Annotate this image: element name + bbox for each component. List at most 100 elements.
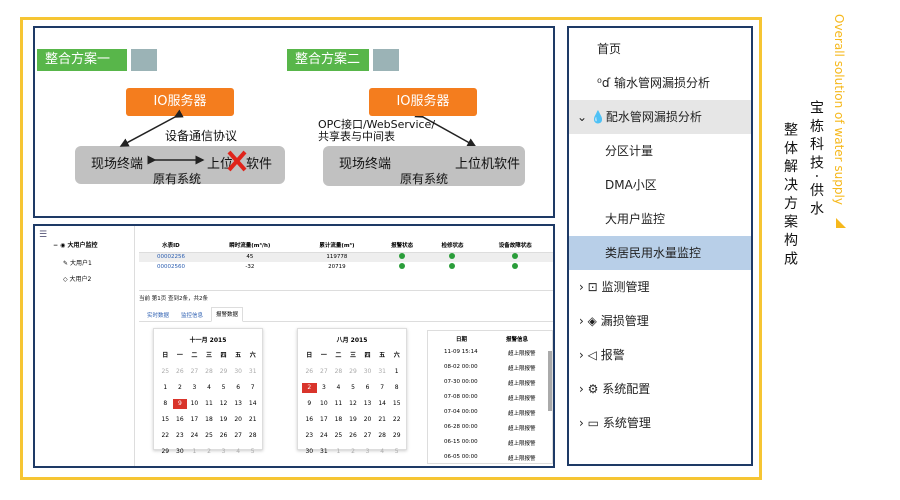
calendar-day[interactable]: 4 (331, 383, 346, 393)
calendar-day[interactable]: 11 (202, 399, 217, 409)
calendar-day[interactable]: 3 (360, 447, 375, 457)
calendar-day[interactable]: 27 (317, 367, 332, 377)
menu-zone-metering[interactable]: 分区计量 (569, 134, 751, 168)
table-row[interactable]: 00002256 45 119778 (139, 252, 553, 262)
calendar-day[interactable]: 25 (202, 431, 217, 441)
calendar-day[interactable]: 26 (216, 431, 231, 441)
calendar-day[interactable]: 16 (302, 415, 317, 425)
calendar-day[interactable]: 13 (231, 399, 246, 409)
calendar-day[interactable]: 28 (375, 431, 390, 441)
calendar-day[interactable]: 12 (346, 399, 361, 409)
calendar-day[interactable]: 2 (173, 383, 188, 393)
calendar-day[interactable]: 4 (375, 447, 390, 457)
meter-id[interactable]: 00002256 (139, 252, 203, 262)
menu-config[interactable]: › ⚙ 系统配置 (569, 372, 751, 406)
calendar-day[interactable]: 15 (158, 415, 173, 425)
list-icon[interactable]: ☰ (39, 230, 47, 240)
calendar-day[interactable]: 3 (317, 383, 332, 393)
calendar-day[interactable]: 20 (360, 415, 375, 425)
calendar-day[interactable]: 25 (158, 367, 173, 377)
menu-system[interactable]: › ▭ 系统管理 (569, 406, 751, 440)
calendar-day[interactable]: 8 (389, 383, 404, 393)
calendar-day[interactable]: 18 (202, 415, 217, 425)
calendar-day[interactable]: 29 (158, 447, 173, 457)
calendar-day[interactable]: 6 (360, 383, 375, 393)
calendar-day[interactable]: 28 (331, 367, 346, 377)
meter-id[interactable]: 00002560 (139, 262, 203, 272)
calendar-day[interactable]: 17 (187, 415, 202, 425)
tab-realtime[interactable]: 实时数据 (147, 311, 169, 319)
calendar-day[interactable]: 29 (389, 431, 404, 441)
calendar-day[interactable]: 7 (375, 383, 390, 393)
calendar-day[interactable]: 20 (231, 415, 246, 425)
calendar-day[interactable]: 24 (187, 431, 202, 441)
calendar-day[interactable]: 5 (216, 383, 231, 393)
menu-distribution-leak[interactable]: ⌄ 💧配水管网漏损分析 (569, 100, 751, 134)
calendar-day[interactable]: 31 (375, 367, 390, 377)
calendar-day[interactable]: 28 (245, 431, 260, 441)
calendar-day[interactable]: 21 (375, 415, 390, 425)
calendar-day[interactable]: 9 (302, 399, 317, 409)
menu-home[interactable]: 首页 (569, 32, 751, 66)
calendar-day[interactable]: 14 (375, 399, 390, 409)
calendar-day[interactable]: 2 (346, 447, 361, 457)
calendar-day[interactable]: 22 (158, 431, 173, 441)
menu-monitoring[interactable]: › ⊡ 监测管理 (569, 270, 751, 304)
calendar-day[interactable]: 4 (202, 383, 217, 393)
calendar-day[interactable]: 10 (187, 399, 202, 409)
calendar-day[interactable]: 24 (317, 431, 332, 441)
tree-root[interactable]: − ◉ 大用户监控 (53, 240, 97, 249)
calendar-day[interactable]: 8 (158, 399, 173, 409)
calendar-day[interactable]: 30 (231, 367, 246, 377)
calendar-day[interactable]: 1 (187, 447, 202, 457)
calendar-day[interactable]: 23 (302, 431, 317, 441)
calendar-day[interactable]: 3 (187, 383, 202, 393)
calendar-day[interactable]: 27 (360, 431, 375, 441)
tab-monitor[interactable]: 监控信息 (181, 311, 203, 319)
scrollbar[interactable] (548, 351, 552, 411)
calendar-day[interactable]: 22 (389, 415, 404, 425)
menu-residential-water[interactable]: 类居民用水量监控 (569, 236, 751, 270)
menu-transmission-leak[interactable]: ⁰ɗ 输水管网漏损分析 (569, 66, 751, 100)
calendar-day[interactable]: 10 (317, 399, 332, 409)
calendar-day[interactable]: 31 (317, 447, 332, 457)
calendar-day[interactable]: 1 (389, 367, 404, 377)
calendar-day[interactable]: 6 (231, 383, 246, 393)
calendar-day[interactable]: 4 (231, 447, 246, 457)
calendar-day[interactable]: 19 (346, 415, 361, 425)
calendar-day[interactable]: 21 (245, 415, 260, 425)
calendar-day[interactable]: 30 (360, 367, 375, 377)
calendar-day[interactable]: 2 (202, 447, 217, 457)
calendar-day[interactable]: 26 (346, 431, 361, 441)
calendar-day[interactable]: 30 (173, 447, 188, 457)
calendar-day[interactable]: 12 (216, 399, 231, 409)
calendar-day[interactable]: 25 (331, 431, 346, 441)
calendar-day[interactable]: 26 (302, 367, 317, 377)
calendar-day[interactable]: 19 (216, 415, 231, 425)
calendar-day[interactable]: 3 (216, 447, 231, 457)
calendar-day[interactable]: 27 (187, 367, 202, 377)
menu-leak-mgmt[interactable]: › ◈ 漏损管理 (569, 304, 751, 338)
calendar-day[interactable]: 16 (173, 415, 188, 425)
calendar-day[interactable]: 26 (173, 367, 188, 377)
calendar-day[interactable]: 2 (302, 383, 317, 393)
calendar-day[interactable]: 29 (346, 367, 361, 377)
calendar-day[interactable]: 1 (331, 447, 346, 457)
calendar-day[interactable]: 15 (389, 399, 404, 409)
calendar-day[interactable]: 30 (302, 447, 317, 457)
calendar-day[interactable]: 27 (231, 431, 246, 441)
calendar-day[interactable]: 11 (331, 399, 346, 409)
calendar-day[interactable]: 29 (216, 367, 231, 377)
menu-large-user[interactable]: 大用户监控 (569, 202, 751, 236)
tree-item-user1[interactable]: ✎ 大用户1 (63, 258, 92, 267)
calendar-day[interactable]: 14 (245, 399, 260, 409)
tree-item-user2[interactable]: ◇ 大用户2 (63, 274, 91, 283)
calendar-day[interactable]: 28 (202, 367, 217, 377)
menu-alarm[interactable]: › ◁ 报警 (569, 338, 751, 372)
calendar-day[interactable]: 7 (245, 383, 260, 393)
tab-alarm[interactable]: 报警数据 (211, 307, 244, 322)
calendar-day[interactable]: 31 (245, 367, 260, 377)
calendar-day[interactable]: 9 (172, 399, 188, 409)
calendar-day[interactable]: 5 (389, 447, 404, 457)
calendar-day[interactable]: 13 (360, 399, 375, 409)
